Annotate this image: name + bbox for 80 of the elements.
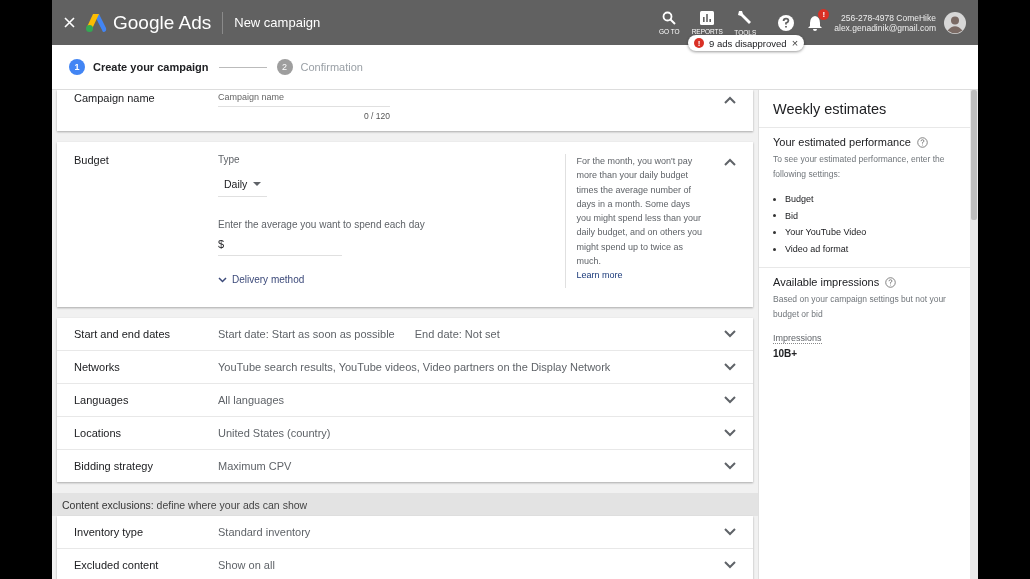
account-email: alex.genadinik@gmail.com bbox=[834, 22, 936, 33]
section-label: Campaign name bbox=[74, 92, 156, 106]
setting-label: Locations bbox=[74, 427, 123, 439]
list-item: Video ad format bbox=[785, 244, 849, 255]
chevron-down-icon[interactable] bbox=[724, 561, 736, 569]
step[interactable]: 1 Create your campaign bbox=[69, 59, 209, 75]
setting-label: Networks bbox=[74, 361, 121, 373]
help-icon[interactable] bbox=[916, 136, 928, 148]
setting-label: Start and end dates bbox=[74, 328, 171, 340]
scrollbar[interactable] bbox=[970, 90, 978, 579]
setting-value: Start date: Start as soon as possible bbox=[218, 328, 395, 340]
setting-value: YouTube search results, YouTube videos, Video partners on the Display Network bbox=[218, 361, 611, 373]
close-icon[interactable] bbox=[64, 17, 75, 28]
metric-label: Impressions bbox=[773, 333, 822, 345]
bullet-icon bbox=[773, 214, 776, 218]
setting-row[interactable]: Excluded content Show on all bbox=[57, 548, 753, 579]
setting-label: Bidding strategy bbox=[74, 460, 154, 472]
field-label: Enter the average you want to spend each day bbox=[218, 219, 426, 230]
section-title: Content exclusions: define where your ads can show bbox=[62, 498, 308, 511]
chevron-down-icon[interactable] bbox=[724, 429, 736, 437]
description: To see your estimated performance, enter the following settings: bbox=[773, 153, 946, 181]
close-button[interactable]: × bbox=[791, 37, 799, 49]
setting-row[interactable]: Bidding strategy Maximum CPV bbox=[57, 449, 753, 482]
setting-row[interactable]: Inventory type Standard inventory bbox=[57, 516, 753, 548]
setting-value: United States (country) bbox=[218, 427, 331, 439]
help-text: For the month, you won't pay more than your daily budget times the average number of days in a month. Some days you might spend less than your daily budget, and on others you might spend up to twice as much. bbox=[576, 156, 703, 267]
setting-row[interactable]: Locations United States (country) bbox=[57, 416, 753, 449]
chevron-up-icon[interactable] bbox=[724, 158, 736, 166]
chevron-down-icon[interactable] bbox=[724, 330, 736, 338]
caret-icon bbox=[253, 181, 262, 187]
section-heading: Available impressions bbox=[773, 276, 880, 289]
account-name: 256-278-4978 ComeHike bbox=[841, 12, 936, 23]
chevron-down-icon[interactable] bbox=[724, 528, 736, 536]
bullet-icon bbox=[773, 231, 776, 234]
help-icon[interactable] bbox=[885, 276, 897, 288]
setting-label: Languages bbox=[74, 394, 130, 406]
bar-chart-icon bbox=[700, 10, 715, 25]
alert-icon: ! bbox=[694, 38, 704, 48]
setting-value: Standard inventory bbox=[218, 526, 311, 538]
list-item: Budget bbox=[785, 194, 814, 205]
section-label: Budget bbox=[74, 154, 110, 168]
description: Based on your campaign settings but not your budget or bid bbox=[773, 293, 947, 321]
setting-value: Maximum CPV bbox=[218, 460, 292, 472]
bullet-icon bbox=[773, 197, 776, 201]
wrench-icon bbox=[737, 9, 754, 26]
setting-row[interactable]: Start and end dates Start date: Start as soon as possible End date: Not set bbox=[57, 318, 753, 350]
notification-badge: ! bbox=[818, 8, 830, 20]
type-dropdown[interactable]: Daily bbox=[218, 177, 268, 197]
logo-icon bbox=[85, 12, 107, 33]
bell-icon[interactable] bbox=[808, 14, 823, 31]
character-counter: 0 / 120 bbox=[364, 111, 390, 121]
setting-row[interactable]: Languages All languages bbox=[57, 383, 753, 416]
chevron-up-icon[interactable] bbox=[724, 96, 736, 104]
delivery-method-link[interactable]: Delivery method bbox=[218, 274, 305, 285]
avatar[interactable] bbox=[944, 11, 966, 34]
amount-field[interactable]: $ bbox=[218, 238, 342, 256]
list-item: Your YouTube Video bbox=[785, 227, 867, 238]
chevron-down-icon[interactable] bbox=[724, 462, 736, 470]
field-label: Type bbox=[218, 154, 241, 165]
help-icon[interactable] bbox=[778, 14, 795, 31]
setting-value: End date: Not set bbox=[414, 328, 500, 340]
list-item: Bid bbox=[785, 210, 798, 221]
chevron-down-icon[interactable] bbox=[724, 363, 736, 371]
alert-chip[interactable]: ! 9 ads disapproved × bbox=[688, 35, 805, 51]
setting-row[interactable]: Networks YouTube search results, YouTube videos, Video partners on the Display Network bbox=[57, 350, 753, 383]
search-icon bbox=[662, 10, 677, 25]
setting-value: Show on all bbox=[218, 559, 275, 571]
chevron-down-icon bbox=[218, 276, 227, 283]
learn-more-link[interactable]: Learn more bbox=[576, 270, 623, 281]
metric-value: 10B+ bbox=[773, 348, 799, 360]
section-heading: Your estimated performance bbox=[773, 136, 911, 148]
setting-label: Inventory type bbox=[74, 526, 145, 538]
campaign-name-field[interactable]: Campaign name bbox=[218, 92, 390, 107]
bullet-icon bbox=[773, 247, 776, 251]
page-title: New campaign bbox=[234, 15, 321, 30]
setting-value: All languages bbox=[218, 394, 285, 406]
app-name: Google Ads bbox=[113, 11, 212, 34]
setting-label: Excluded content bbox=[74, 559, 160, 571]
chevron-down-icon[interactable] bbox=[724, 396, 736, 404]
alert-text: 9 ads disapproved bbox=[709, 37, 787, 49]
